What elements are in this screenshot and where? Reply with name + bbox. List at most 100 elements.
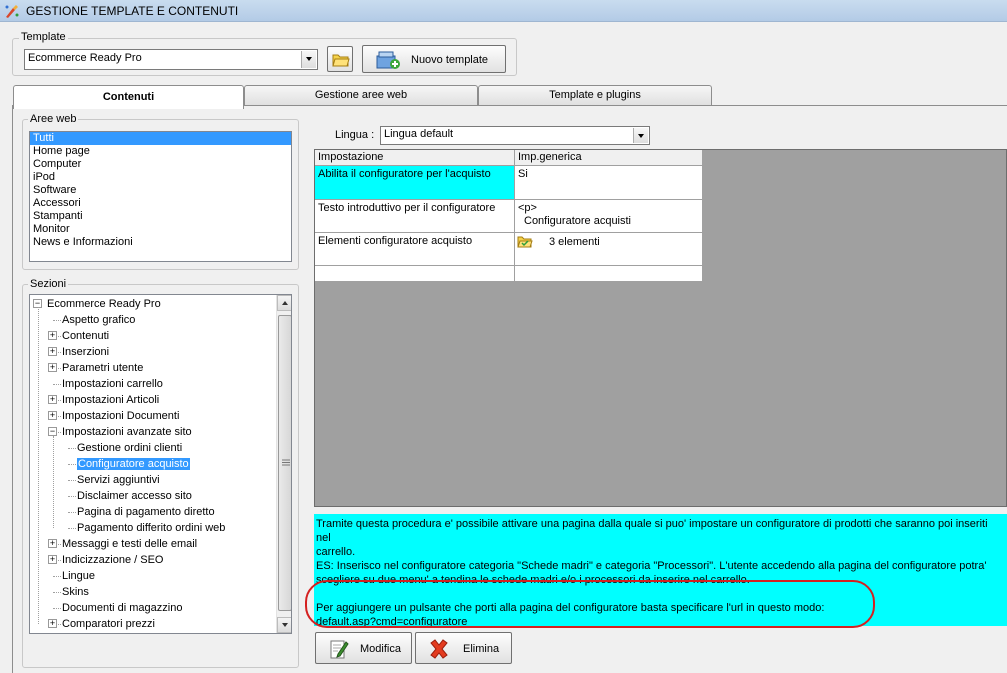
expand-icon[interactable]: + <box>48 347 57 356</box>
table-row-name[interactable]: Abilita il configuratore per l'acquisto <box>315 166 515 200</box>
description-line: Tramite questa procedura e' possibile at… <box>316 518 988 544</box>
aree-web-items: Tutti Home page Computer iPod Software Access… <box>30 132 291 249</box>
tree-item[interactable]: Impostazioni carrello <box>62 376 163 392</box>
edit-icon <box>330 640 349 659</box>
tree-item[interactable]: Impostazioni avanzate sito <box>62 424 192 440</box>
tree-item[interactable]: Skins <box>62 584 89 600</box>
tree-connector <box>68 480 76 481</box>
list-item[interactable]: News e Informazioni <box>30 236 291 249</box>
tree-item[interactable]: Messaggi e testi delle email <box>62 536 197 552</box>
list-item[interactable]: Stampanti <box>30 210 291 223</box>
table-row-empty-name[interactable] <box>315 266 515 282</box>
aree-web-list[interactable]: Tutti Home page Computer iPod Software Access… <box>29 131 292 262</box>
expand-icon[interactable]: + <box>48 555 57 564</box>
new-template-icon <box>376 51 400 69</box>
row-abilita-name: Abilita il configuratore per l'acquisto <box>318 168 491 180</box>
tree-item[interactable]: Gestione ordini clienti <box>77 440 182 456</box>
tree-item[interactable]: Documenti di magazzino <box>62 600 182 616</box>
chevron-up-icon <box>282 301 288 305</box>
tree-item-label: Impostazioni Articoli <box>62 394 160 406</box>
tree-item[interactable]: Indicizzazione / SEO <box>62 552 164 568</box>
expand-icon[interactable]: + <box>48 395 57 404</box>
collapse-icon[interactable]: − <box>48 427 57 436</box>
tree-connector <box>38 307 39 624</box>
tree-item[interactable]: Inserzioni <box>62 344 109 360</box>
expand-icon[interactable]: + <box>48 331 57 340</box>
tree-item[interactable]: Configuratore acquisto <box>77 456 190 472</box>
tree-item-label: Aspetto grafico <box>62 314 136 326</box>
expand-icon[interactable]: + <box>48 411 57 420</box>
expand-icon[interactable]: + <box>48 363 57 372</box>
tree-item[interactable]: Comparatori prezzi <box>62 616 155 632</box>
annotation-ellipse <box>305 580 875 628</box>
description-line: ES: Inserisco nel configuratore categori… <box>316 560 987 572</box>
aree-web-label: Aree web <box>28 113 79 125</box>
scroll-down-button[interactable] <box>277 617 291 633</box>
description-line: carrello. <box>316 546 356 558</box>
chevron-down-icon <box>282 623 288 627</box>
tree-item-label: Comparatori prezzi <box>62 618 155 630</box>
tab-contenuti[interactable]: Contenuti <box>13 85 244 109</box>
tree-item[interactable]: Contenuti <box>62 328 109 344</box>
tree-connector <box>68 496 76 497</box>
folder-icon[interactable] <box>517 234 533 249</box>
tree-item-label: Configuratore acquisto <box>77 458 190 470</box>
tree-item[interactable]: Impostazioni Documenti <box>62 408 179 424</box>
chevron-down-icon[interactable] <box>633 128 648 143</box>
template-group-label: Template <box>19 31 68 43</box>
tree-item[interactable]: Impostazioni Articoli <box>62 392 159 408</box>
column-header-impostazione: Impostazione <box>315 150 515 166</box>
tab-template-e-plugins[interactable]: Template e plugins <box>478 85 712 105</box>
tree-item[interactable]: Pagamento differito ordini web <box>77 520 225 536</box>
chevron-down-icon[interactable] <box>301 51 316 68</box>
table-row-empty-value[interactable] <box>515 266 703 282</box>
list-item[interactable]: Home page <box>30 145 291 158</box>
tree-item-label: Contenuti <box>62 330 110 342</box>
elimina-button[interactable]: Elimina <box>415 632 512 664</box>
table-row-value[interactable]: 3 elementi <box>515 233 703 266</box>
settings-grid: Impostazione Imp.generica Abilita il con… <box>314 149 1007 507</box>
table-row-value[interactable]: <p> Configuratore acquisti <box>515 200 703 233</box>
tree-connector <box>53 384 61 385</box>
tree-item[interactable]: Servizi aggiuntivi <box>77 472 160 488</box>
list-item[interactable]: Software <box>30 184 291 197</box>
table-row-name[interactable]: Testo introduttivo per il configuratore <box>315 200 515 233</box>
tab-gestione-aree-web[interactable]: Gestione aree web <box>244 85 478 105</box>
tree-item-label: Indicizzazione / SEO <box>62 554 164 566</box>
delete-icon <box>430 639 448 659</box>
list-item[interactable]: iPod <box>30 171 291 184</box>
tree-item[interactable]: Parametri utente <box>62 360 143 376</box>
tree-item[interactable]: Pagina di pagamento diretto <box>77 504 215 520</box>
tree-item[interactable]: Ecommerce Ready Pro <box>47 296 161 312</box>
tree-item-label: Parametri utente <box>62 362 144 374</box>
tree-item-label: Lingue <box>62 570 96 582</box>
lingua-select-value: Lingua default <box>384 128 454 140</box>
tree-item[interactable]: Lingue <box>62 568 95 584</box>
expand-icon[interactable]: + <box>48 539 57 548</box>
scroll-thumb[interactable] <box>278 315 291 611</box>
tree-item[interactable]: Disclaimer accesso sito <box>77 488 192 504</box>
tree-connector <box>68 512 76 513</box>
tree-item[interactable]: Aspetto grafico <box>62 312 135 328</box>
list-item[interactable]: Monitor <box>30 223 291 236</box>
table-row-name[interactable]: Elementi configuratore acquisto <box>315 233 515 266</box>
lingua-select[interactable]: Lingua default <box>380 126 650 145</box>
table-row-value[interactable]: Si <box>515 166 703 200</box>
row-testo-value-line2: Configuratore acquisti <box>524 215 632 227</box>
new-template-button[interactable]: Nuovo template <box>362 45 506 73</box>
list-item[interactable]: Accessori <box>30 197 291 210</box>
modifica-label: Modifica <box>360 643 401 655</box>
template-select[interactable]: Ecommerce Ready Pro <box>24 49 318 70</box>
tree-item-label: Ecommerce Ready Pro <box>47 298 161 310</box>
modifica-button[interactable]: Modifica <box>315 632 412 664</box>
sezioni-scrollbar[interactable] <box>276 295 291 633</box>
row-elementi-value: 3 elementi <box>549 236 600 248</box>
expand-icon[interactable]: + <box>48 619 57 628</box>
open-folder-button[interactable] <box>327 46 353 72</box>
list-item[interactable]: Tutti <box>30 132 291 145</box>
sezioni-tree[interactable]: − Ecommerce Ready Pro Aspetto grafico + Cont… <box>29 294 292 634</box>
tree-connector <box>53 576 61 577</box>
list-item[interactable]: Computer <box>30 158 291 171</box>
tree-item-label: Impostazioni Documenti <box>62 410 180 422</box>
scroll-up-button[interactable] <box>277 295 291 311</box>
